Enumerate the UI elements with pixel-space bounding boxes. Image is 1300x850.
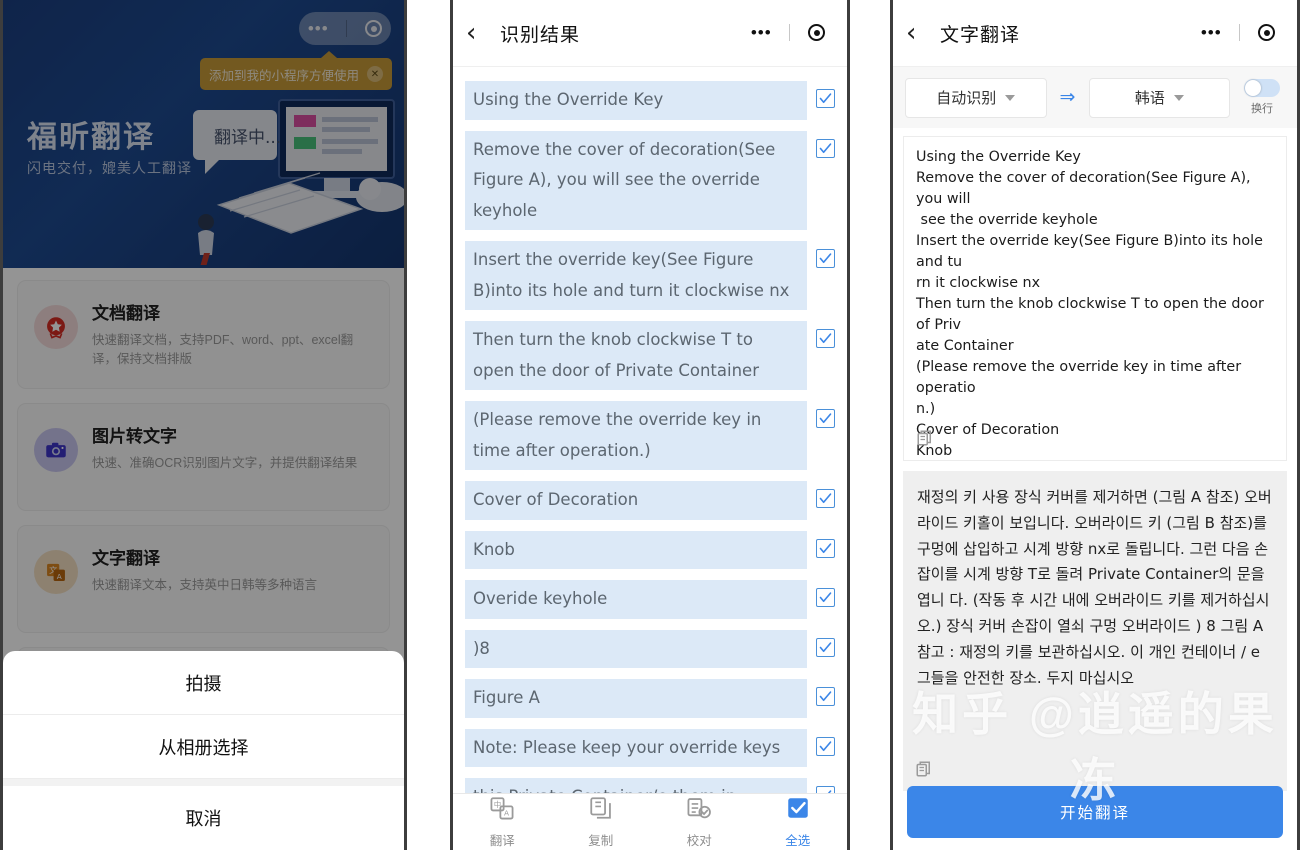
copy-icon[interactable] — [915, 760, 933, 783]
row-checkbox[interactable] — [816, 786, 835, 793]
translated-text: 재정의 키 사용 장식 커버를 제거하면 (그림 A 참조) 오버라이드 키홀이… — [917, 488, 1272, 687]
chevron-down-icon — [1173, 94, 1184, 101]
ocr-result-row[interactable]: Cover of Decoration — [465, 481, 835, 520]
row-checkbox[interactable] — [816, 138, 835, 158]
ocr-row-text: (Please remove the override key in time … — [465, 401, 807, 471]
back-arrow-icon[interactable]: ‹ — [466, 20, 492, 46]
tabbar-item-label: 翻译 — [489, 834, 515, 848]
ocr-row-text: Cover of Decoration — [465, 481, 807, 520]
ocr-result-row[interactable]: Using the Override Key — [465, 81, 835, 120]
row-checkbox[interactable] — [816, 637, 835, 657]
copy-icon[interactable] — [916, 429, 934, 452]
ocr-row-text: Remove the cover of decoration(See Figur… — [465, 130, 807, 231]
screenshot-stage: 翻译中... ••• 添加到我的小程序方便使用 ✕ 福昕翻译 闪电交付，媲美人工… — [0, 0, 1300, 850]
row-checkbox[interactable] — [816, 89, 835, 108]
tabbar-item-proofread[interactable]: 校对 — [650, 795, 749, 849]
language-selector-bar: 自动识别 ⇒ 韩语 换行 — [893, 66, 1297, 128]
ocr-result-list[interactable]: Using the Override Key Remove the cover o… — [453, 66, 847, 793]
ocr-result-row[interactable]: Insert the override key(See Figure B)int… — [465, 241, 835, 311]
ocr-row-text: Using the Override Key — [465, 81, 807, 120]
navbar: ‹ 识别结果 ••• — [453, 0, 847, 66]
bottom-tabbar: 中 A 翻译 复制 校对 全选 — [453, 793, 847, 850]
ocr-result-row[interactable]: Note: Please keep your override keys — [465, 728, 835, 768]
row-checkbox[interactable] — [816, 249, 835, 269]
ocr-result-row[interactable]: Overide keyhole — [465, 580, 835, 619]
ocr-result-row[interactable]: Then turn the knob clockwise T to open t… — [465, 321, 835, 391]
ocr-row-text: )8 — [465, 629, 807, 669]
action-sheet: 拍摄 从相册选择 取消 — [3, 651, 404, 850]
tabbar-item-label: 复制 — [588, 834, 614, 848]
target-language-select[interactable]: 韩语 — [1088, 77, 1230, 118]
ocr-row-text: Knob — [465, 530, 807, 570]
ocr-row-text: Overide keyhole — [465, 580, 807, 619]
capsule-divider — [789, 24, 791, 41]
row-checkbox[interactable] — [816, 409, 835, 429]
copy-icon — [588, 795, 614, 826]
phone-panel-home: 翻译中... ••• 添加到我的小程序方便使用 ✕ 福昕翻译 闪电交付，媲美人工… — [0, 0, 407, 850]
phone-panel-ocr-result: ‹ 识别结果 ••• Using the Override Key Remove … — [450, 0, 850, 850]
more-dots-icon[interactable]: ••• — [751, 24, 772, 41]
source-text: Using the Override Key Remove the cover … — [916, 149, 1264, 460]
tabbar-item-label: 校对 — [686, 834, 712, 848]
start-translate-button[interactable]: 开始翻译 — [907, 786, 1283, 838]
ocr-result-row[interactable]: (Please remove the override key in time … — [465, 401, 835, 471]
start-translate-label: 开始翻译 — [1059, 805, 1130, 822]
action-sheet-item-album[interactable]: 从相册选择 — [3, 715, 404, 779]
ocr-result-row[interactable]: this Private Container/e them in — [465, 778, 835, 793]
action-sheet-item-camera[interactable]: 拍摄 — [3, 651, 404, 715]
wechat-capsule-bar[interactable]: ••• — [1192, 16, 1284, 49]
row-checkbox[interactable] — [816, 489, 835, 509]
translated-text-box[interactable]: 재정의 키 사용 장식 커버를 제거하면 (그림 A 참조) 오버라이드 키홀이… — [903, 471, 1287, 791]
ocr-result-row[interactable]: Remove the cover of decoration(See Figur… — [465, 130, 835, 231]
ocr-row-text: Figure A — [465, 679, 807, 718]
ocr-row-text: this Private Container/e them in — [465, 778, 807, 793]
wrap-toggle[interactable] — [1244, 79, 1280, 97]
tabbar-item-copy[interactable]: 复制 — [552, 795, 651, 849]
ocr-row-text: Then turn the knob clockwise T to open t… — [465, 321, 807, 391]
phone-panel-text-translate: ‹ 文字翻译 ••• 自动识别 ⇒ 韩语 换行 Using the Overri… — [890, 0, 1300, 850]
wechat-capsule-bar[interactable]: ••• — [742, 16, 834, 49]
target-icon[interactable] — [1258, 24, 1276, 41]
tabbar-item-translate[interactable]: 中 A 翻译 — [453, 795, 552, 849]
back-arrow-icon[interactable]: ‹ — [906, 20, 932, 46]
wrap-toggle-label: 换行 — [1251, 103, 1273, 115]
swap-languages-icon[interactable]: ⇒ — [1056, 86, 1080, 109]
row-checkbox[interactable] — [816, 687, 835, 707]
ocr-row-text: Insert the override key(See Figure B)int… — [465, 241, 807, 311]
target-language-label: 韩语 — [1134, 90, 1165, 107]
source-text-box[interactable]: Using the Override Key Remove the cover … — [903, 136, 1287, 461]
action-sheet-cancel[interactable]: 取消 — [3, 786, 404, 850]
row-checkbox[interactable] — [816, 538, 835, 558]
tabbar-item-select-all[interactable]: 全选 — [749, 795, 848, 849]
more-dots-icon[interactable]: ••• — [1201, 24, 1222, 41]
page-title: 识别结果 — [500, 24, 581, 46]
capsule-divider — [1239, 24, 1241, 41]
page-title: 文字翻译 — [940, 24, 1021, 46]
row-checkbox[interactable] — [816, 588, 835, 608]
tabbar-item-label: 全选 — [785, 834, 811, 848]
chevron-down-icon — [1005, 94, 1016, 101]
translate-icon: 中A — [489, 795, 515, 826]
select-all-icon — [785, 795, 811, 826]
target-icon[interactable] — [808, 24, 826, 41]
ocr-result-row[interactable]: )8 — [465, 629, 835, 669]
wrap-toggle-group[interactable]: 换行 — [1239, 79, 1285, 116]
row-checkbox[interactable] — [816, 736, 835, 756]
row-checkbox[interactable] — [816, 329, 835, 349]
navbar: ‹ 文字翻译 ••• — [893, 0, 1297, 66]
proofread-icon — [686, 795, 712, 826]
ocr-row-text: Note: Please keep your override keys — [465, 728, 807, 768]
ocr-result-row[interactable]: Knob — [465, 530, 835, 570]
svg-text:A: A — [504, 809, 509, 818]
source-language-label: 自动识别 — [936, 90, 997, 107]
ocr-result-row[interactable]: Figure A — [465, 679, 835, 718]
action-sheet-gap — [3, 779, 404, 786]
source-language-select[interactable]: 自动识别 — [905, 77, 1047, 118]
